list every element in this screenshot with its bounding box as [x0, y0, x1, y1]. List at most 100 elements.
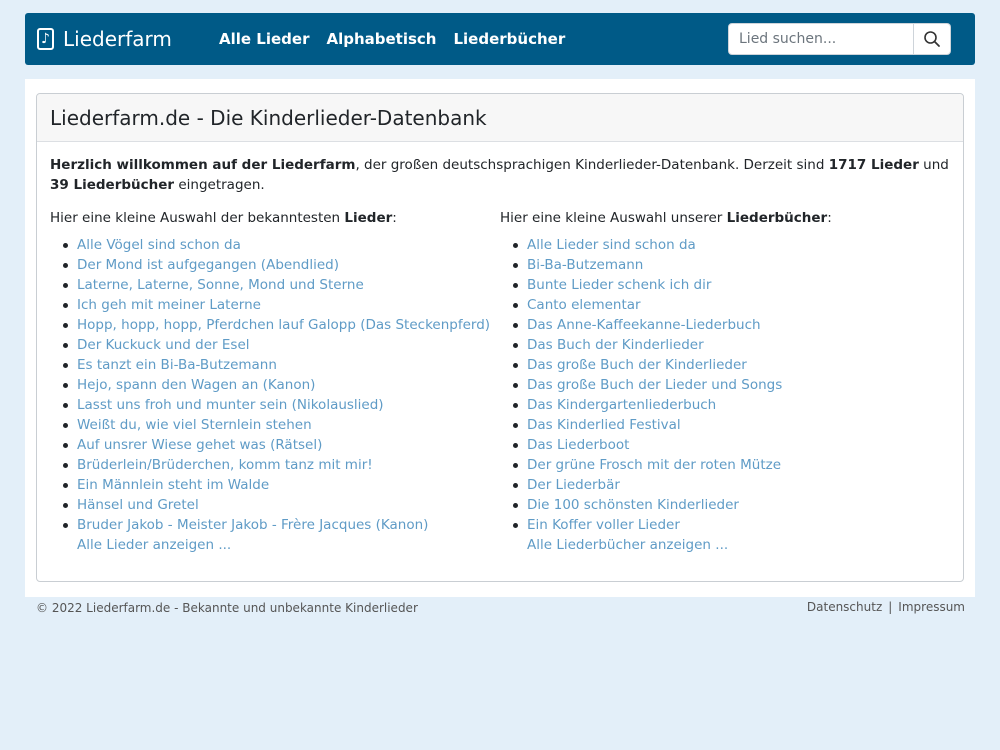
list-item: Der grüne Frosch mit der roten Mütze — [513, 455, 950, 475]
show-all-books-link[interactable]: Alle Liederbücher anzeigen ... — [527, 537, 728, 553]
book-link[interactable]: Das Kinderlied Festival — [527, 417, 681, 433]
search-form — [728, 23, 951, 55]
list-item: Es tanzt ein Bi-Ba-Butzemann — [63, 355, 500, 375]
books-heading-bold: Liederbücher — [726, 210, 828, 226]
book-link[interactable]: Das Kindergartenliederbuch — [527, 397, 716, 413]
brand-name: Liederfarm — [63, 27, 172, 51]
search-button[interactable] — [914, 23, 951, 55]
list-item: Laterne, Laterne, Sonne, Mond und Sterne — [63, 275, 500, 295]
list-item: Bunte Lieder schenk ich dir — [513, 275, 950, 295]
list-item: Ein Koffer voller Lieder — [513, 515, 950, 535]
book-link[interactable]: Canto elementar — [527, 297, 641, 313]
book-link[interactable]: Alle Lieder sind schon da — [527, 237, 696, 253]
song-link[interactable]: Weißt du, wie viel Sternlein stehen — [77, 417, 312, 433]
song-link[interactable]: Hopp, hopp, hopp, Pferdchen lauf Galopp … — [77, 317, 490, 333]
footer-copyright: © 2022 Liederfarm.de - Bekannte und unbe… — [36, 601, 418, 615]
content-wrapper: Liederfarm.de - Die Kinderlieder-Datenba… — [25, 79, 975, 597]
song-link[interactable]: Auf unsrer Wiese gehet was (Rätsel) — [77, 437, 322, 453]
search-icon — [924, 31, 940, 47]
song-link[interactable]: Es tanzt ein Bi-Ba-Butzemann — [77, 357, 277, 373]
nav-link-alle-lieder[interactable]: Alle Lieder — [219, 30, 309, 48]
intro-welcome: Herzlich willkommen auf der Liederfarm — [50, 157, 356, 173]
list-item: Der Kuckuck und der Esel — [63, 335, 500, 355]
song-link[interactable]: Brüderlein/Brüderchen, komm tanz mit mir… — [77, 457, 373, 473]
book-link[interactable]: Das große Buch der Lieder und Songs — [527, 377, 782, 393]
songs-heading-post: : — [392, 210, 397, 226]
brand-link[interactable]: ♪ Liederfarm — [37, 13, 172, 65]
nav-link-liederbuecher[interactable]: Liederbücher — [453, 30, 565, 48]
song-link[interactable]: Der Kuckuck und der Esel — [77, 337, 250, 353]
list-item-more: Alle Liederbücher anzeigen ... — [513, 535, 950, 555]
search-input[interactable] — [728, 23, 914, 55]
book-link[interactable]: Bi-Ba-Butzemann — [527, 257, 643, 273]
list-item: Lasst uns froh und munter sein (Nikolaus… — [63, 395, 500, 415]
book-link[interactable]: Das Anne-Kaffeekanne-Liederbuch — [527, 317, 761, 333]
list-item: Ich geh mit meiner Laterne — [63, 295, 500, 315]
list-item: Das Liederboot — [513, 435, 950, 455]
list-item: Das Anne-Kaffeekanne-Liederbuch — [513, 315, 950, 335]
song-link[interactable]: Lasst uns froh und munter sein (Nikolaus… — [77, 397, 384, 413]
song-link[interactable]: Der Mond ist aufgegangen (Abendlied) — [77, 257, 339, 273]
book-link[interactable]: Der Liederbär — [527, 477, 620, 493]
list-item: Alle Lieder sind schon da — [513, 235, 950, 255]
welcome-card: Liederfarm.de - Die Kinderlieder-Datenba… — [36, 93, 964, 582]
book-link[interactable]: Das große Buch der Kinderlieder — [527, 357, 747, 373]
song-link[interactable]: Laterne, Laterne, Sonne, Mond und Sterne — [77, 277, 364, 293]
list-item: Das Kinderlied Festival — [513, 415, 950, 435]
book-link[interactable]: Bunte Lieder schenk ich dir — [527, 277, 711, 293]
book-link[interactable]: Die 100 schönsten Kinderlieder — [527, 497, 739, 513]
songs-list: Alle Vögel sind schon da Der Mond ist au… — [50, 235, 500, 555]
card-header: Liederfarm.de - Die Kinderlieder-Datenba… — [37, 94, 963, 142]
songs-column: Hier eine kleine Auswahl der bekannteste… — [50, 208, 500, 555]
songs-heading-pre: Hier eine kleine Auswahl der bekannteste… — [50, 210, 345, 226]
intro-text-3: eingetragen. — [174, 177, 265, 193]
list-item: Bruder Jakob - Meister Jakob - Frère Jac… — [63, 515, 500, 535]
nav-links: Alle Lieder Alphabetisch Liederbücher — [219, 13, 565, 65]
music-note-icon: ♪ — [37, 28, 54, 50]
list-item: Brüderlein/Brüderchen, komm tanz mit mir… — [63, 455, 500, 475]
lists-row: Hier eine kleine Auswahl der bekannteste… — [50, 208, 950, 555]
list-item: Das Kindergartenliederbuch — [513, 395, 950, 415]
list-item: Das Buch der Kinderlieder — [513, 335, 950, 355]
songs-heading: Hier eine kleine Auswahl der bekannteste… — [50, 208, 500, 228]
books-heading: Hier eine kleine Auswahl unserer Liederb… — [500, 208, 950, 228]
footer-separator: | — [888, 600, 893, 614]
list-item: Auf unsrer Wiese gehet was (Rätsel) — [63, 435, 500, 455]
list-item: Die 100 schönsten Kinderlieder — [513, 495, 950, 515]
list-item: Ein Männlein steht im Walde — [63, 475, 500, 495]
nav-link-alphabetisch[interactable]: Alphabetisch — [326, 30, 436, 48]
songs-heading-bold: Lieder — [344, 210, 393, 226]
list-item: Hänsel und Gretel — [63, 495, 500, 515]
list-item-more: Alle Lieder anzeigen ... — [63, 535, 500, 555]
books-heading-pre: Hier eine kleine Auswahl unserer — [500, 210, 727, 226]
song-link[interactable]: Bruder Jakob - Meister Jakob - Frère Jac… — [77, 517, 428, 533]
song-link[interactable]: Ein Männlein steht im Walde — [77, 477, 269, 493]
song-link[interactable]: Ich geh mit meiner Laterne — [77, 297, 261, 313]
list-item: Das große Buch der Lieder und Songs — [513, 375, 950, 395]
intro-text: Herzlich willkommen auf der Liederfarm, … — [50, 155, 950, 195]
book-link[interactable]: Das Liederboot — [527, 437, 629, 453]
books-count: 39 Liederbücher — [50, 177, 175, 193]
book-link[interactable]: Ein Koffer voller Lieder — [527, 517, 680, 533]
song-link[interactable]: Hejo, spann den Wagen an (Kanon) — [77, 377, 315, 393]
song-link[interactable]: Alle Vögel sind schon da — [77, 237, 241, 253]
show-all-songs-link[interactable]: Alle Lieder anzeigen ... — [77, 537, 231, 553]
list-item: Hopp, hopp, hopp, Pferdchen lauf Galopp … — [63, 315, 500, 335]
books-heading-post: : — [827, 210, 832, 226]
footer-link-datenschutz[interactable]: Datenschutz — [807, 600, 882, 614]
book-link[interactable]: Das Buch der Kinderlieder — [527, 337, 704, 353]
list-item: Der Liederbär — [513, 475, 950, 495]
navbar: ♪ Liederfarm Alle Lieder Alphabetisch Li… — [25, 13, 975, 65]
intro-text-2: und — [918, 157, 949, 173]
books-list: Alle Lieder sind schon da Bi-Ba-Butzeman… — [500, 235, 950, 555]
page-title: Liederfarm.de - Die Kinderlieder-Datenba… — [50, 105, 487, 130]
list-item: Hejo, spann den Wagen an (Kanon) — [63, 375, 500, 395]
song-link[interactable]: Hänsel und Gretel — [77, 497, 199, 513]
book-link[interactable]: Der grüne Frosch mit der roten Mütze — [527, 457, 781, 473]
footer-link-impressum[interactable]: Impressum — [898, 600, 965, 614]
list-item: Der Mond ist aufgegangen (Abendlied) — [63, 255, 500, 275]
card-body: Herzlich willkommen auf der Liederfarm, … — [37, 142, 963, 568]
list-item: Bi-Ba-Butzemann — [513, 255, 950, 275]
songs-count: 1717 Lieder — [828, 157, 919, 173]
list-item: Weißt du, wie viel Sternlein stehen — [63, 415, 500, 435]
